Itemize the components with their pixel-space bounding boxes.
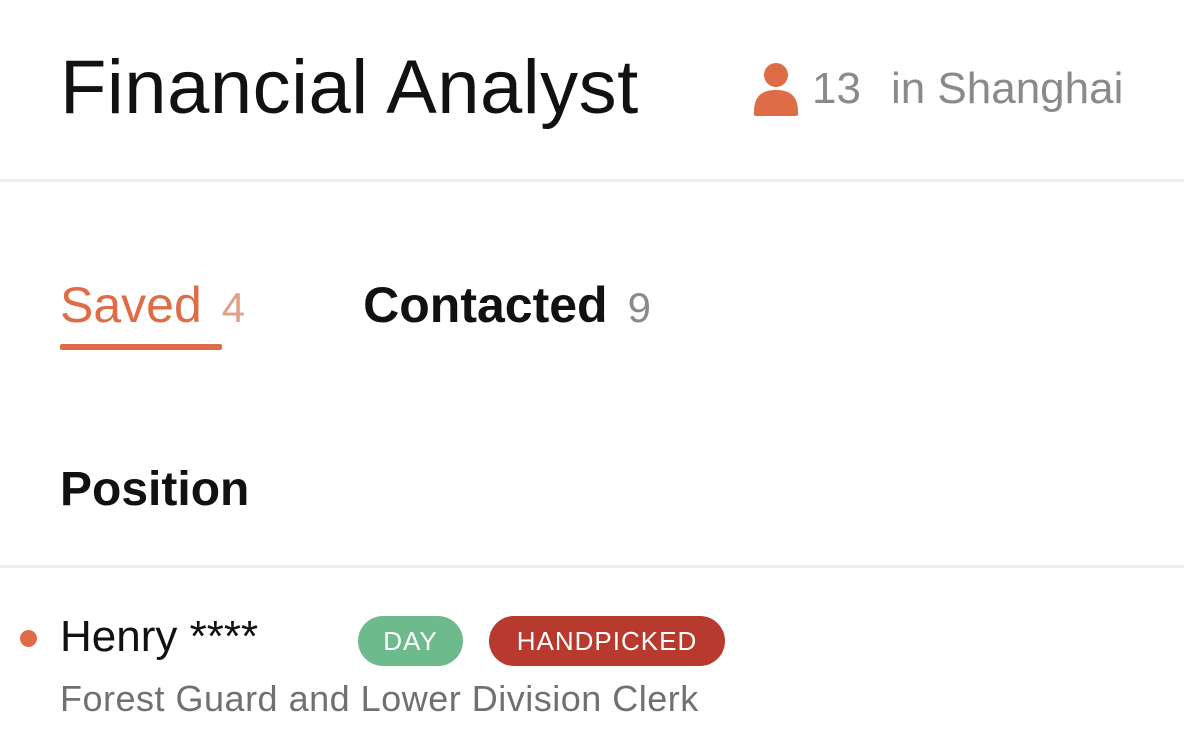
tab-contacted-label: Contacted [363, 277, 608, 333]
job-header: Financial Analyst 13 in Shanghai [0, 0, 1184, 182]
position-section-header: Position [0, 440, 1184, 568]
tab-contacted[interactable]: Contacted 9 [363, 276, 651, 344]
tab-saved-count: 4 [221, 284, 246, 331]
active-tab-underline [60, 344, 222, 350]
applicant-count: 13 [812, 64, 861, 113]
unread-dot [20, 630, 37, 647]
tab-contacted-count: 9 [627, 284, 651, 331]
section-title: Position [60, 463, 250, 516]
day-badge: DAY [358, 616, 463, 666]
job-location: in Shanghai [890, 64, 1124, 113]
candidate-tabs: Saved 4 Contacted 9 [60, 276, 651, 350]
tab-saved[interactable]: Saved 4 [60, 276, 246, 350]
candidate-position: Forest Guard and Lower Division Clerk [60, 678, 699, 719]
applicant-meta: 13 in Shanghai [752, 62, 1123, 116]
job-title: Financial Analyst [60, 45, 639, 130]
handpicked-badge: HANDPICKED [489, 616, 725, 666]
page: Financial Analyst 13 in Shanghai Saved 4… [0, 0, 1184, 754]
candidate-row[interactable]: Henry **** DAY HANDPICKED Forest Guard a… [0, 570, 1184, 754]
candidate-name: Henry **** [60, 612, 259, 661]
tab-saved-label: Saved [60, 277, 202, 333]
person-icon [752, 62, 800, 116]
